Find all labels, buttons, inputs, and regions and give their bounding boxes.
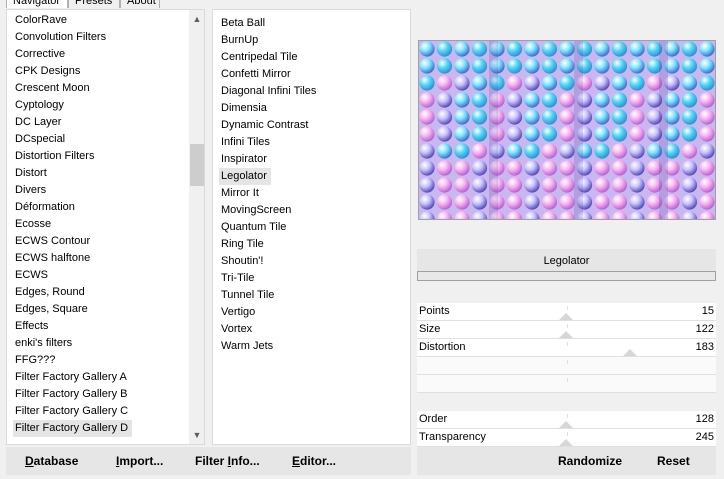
tab-presets[interactable]: Presets bbox=[68, 0, 120, 8]
filter-settings-pane: Legolator Points 15 Size 122 Distortion 183 Or… bbox=[412, 9, 724, 447]
filter-item[interactable]: BurnUp bbox=[221, 32, 258, 49]
reset-button[interactable]: Reset bbox=[657, 447, 690, 475]
category-item[interactable]: Corrective bbox=[15, 46, 65, 63]
category-item[interactable]: Déformation bbox=[15, 199, 75, 216]
category-item[interactable]: Cyptology bbox=[15, 97, 64, 114]
category-item[interactable]: DC Layer bbox=[15, 114, 61, 131]
category-item[interactable]: Filter Factory Gallery A bbox=[15, 369, 127, 386]
category-item[interactable]: Filter Factory Gallery D bbox=[13, 420, 133, 437]
slider-thumb[interactable] bbox=[559, 421, 573, 428]
slider-tick bbox=[567, 414, 568, 418]
right-button-bar: Randomize Reset bbox=[417, 447, 716, 475]
category-item[interactable]: DCspecial bbox=[15, 131, 65, 148]
category-item[interactable]: Crescent Moon bbox=[15, 80, 90, 97]
filter-item[interactable]: Mirror It bbox=[221, 185, 259, 202]
category-list[interactable]: ColorRave Convolution Filters Corrective CP… bbox=[6, 9, 205, 445]
slider-value: 128 bbox=[695, 413, 714, 425]
unused-slider[interactable] bbox=[417, 357, 716, 375]
category-item[interactable]: Filter Factory Gallery B bbox=[15, 386, 127, 403]
filter-title: Legolator bbox=[417, 249, 716, 273]
slider-tick bbox=[567, 306, 568, 310]
category-item[interactable]: ECWS halftone bbox=[15, 250, 90, 267]
slider-value: 122 bbox=[695, 323, 714, 335]
filter-item[interactable]: Vortex bbox=[221, 321, 252, 338]
slider-tick bbox=[567, 432, 568, 436]
filter-item[interactable]: Legolator bbox=[219, 168, 271, 185]
category-item[interactable]: Edges, Round bbox=[15, 284, 85, 301]
slider-tick bbox=[567, 378, 568, 382]
filter-list[interactable]: Beta Ball BurnUp Centripedal Tile Confetti … bbox=[212, 9, 411, 445]
slider-value: 245 bbox=[695, 431, 714, 443]
tab-about[interactable]: About bbox=[120, 0, 160, 8]
slider-distortion[interactable]: Distortion 183 bbox=[417, 339, 716, 357]
unused-slider[interactable] bbox=[417, 375, 716, 393]
slider-track[interactable] bbox=[417, 392, 716, 393]
slider-tick bbox=[567, 324, 568, 328]
tab-navigator[interactable]: Navigator bbox=[6, 0, 68, 8]
filter-item[interactable]: Vertigo bbox=[221, 304, 255, 321]
slider-points[interactable]: Points 15 bbox=[417, 303, 716, 321]
category-item[interactable]: Divers bbox=[15, 182, 46, 199]
category-item[interactable]: Convolution Filters bbox=[15, 29, 106, 46]
category-item[interactable]: Ecosse bbox=[15, 216, 51, 233]
filter-item[interactable]: Confetti Mirror bbox=[221, 66, 291, 83]
filter-item[interactable]: Infini Tiles bbox=[221, 134, 270, 151]
category-item[interactable]: Filter Factory Gallery C bbox=[15, 403, 128, 420]
category-item[interactable]: CPK Designs bbox=[15, 63, 80, 80]
filter-item[interactable]: Dynamic Contrast bbox=[221, 117, 308, 134]
slider-thumb[interactable] bbox=[559, 331, 573, 338]
filter-item[interactable]: Diagonal Infini Tiles bbox=[221, 83, 316, 100]
tab-bar: Navigator Presets About bbox=[0, 0, 724, 9]
randomize-button[interactable]: Randomize bbox=[558, 447, 622, 475]
editor-button[interactable]: Editor... bbox=[292, 447, 336, 475]
slider-value: 15 bbox=[701, 305, 714, 317]
preview-pattern bbox=[419, 41, 715, 219]
slider-thumb[interactable] bbox=[559, 313, 573, 320]
preview-image bbox=[418, 40, 716, 220]
slider-label: Distortion bbox=[419, 341, 466, 353]
filter-item[interactable]: Quantum Tile bbox=[221, 219, 286, 236]
left-button-bar: Database Import... Filter Info... Editor… bbox=[6, 447, 411, 475]
slider-thumb[interactable] bbox=[559, 439, 573, 446]
filter-item[interactable]: Warm Jets bbox=[221, 338, 273, 355]
slider-thumb[interactable] bbox=[623, 349, 637, 356]
scroll-up-icon[interactable]: ▲ bbox=[189, 12, 204, 26]
category-item[interactable]: Distortion Filters bbox=[15, 148, 94, 165]
category-scrollbar[interactable]: ▲ ▼ bbox=[189, 10, 204, 444]
import-button[interactable]: Import... bbox=[116, 447, 163, 475]
slider-label: Transparency bbox=[419, 431, 486, 443]
slider-transparency[interactable]: Transparency 245 bbox=[417, 429, 716, 447]
title-underline-bar bbox=[417, 271, 716, 281]
category-item[interactable]: FFG??? bbox=[15, 352, 55, 369]
slider-value: 183 bbox=[695, 341, 714, 353]
category-item[interactable]: Edges, Square bbox=[15, 301, 88, 318]
category-item[interactable]: Effects bbox=[15, 318, 48, 335]
filter-info-button[interactable]: Filter Info... bbox=[195, 447, 260, 475]
filter-item[interactable]: Centripedal Tile bbox=[221, 49, 297, 66]
filter-item[interactable]: MovingScreen bbox=[221, 202, 291, 219]
filter-item[interactable]: Inspirator bbox=[221, 151, 267, 168]
category-item[interactable]: Distort bbox=[15, 165, 47, 182]
slider-size[interactable]: Size 122 bbox=[417, 321, 716, 339]
slider-label: Order bbox=[419, 413, 448, 425]
slider-order[interactable]: Order 128 bbox=[417, 411, 716, 429]
scroll-thumb[interactable] bbox=[190, 144, 204, 186]
slider-label: Points bbox=[419, 305, 450, 317]
filter-item[interactable]: Beta Ball bbox=[221, 15, 265, 32]
category-item[interactable]: ECWS bbox=[15, 267, 48, 284]
filter-item[interactable]: Tunnel Tile bbox=[221, 287, 274, 304]
slider-label: Size bbox=[419, 323, 441, 335]
database-button[interactable]: Database bbox=[25, 447, 78, 475]
category-item[interactable]: ColorRave bbox=[15, 12, 67, 29]
slider-tick bbox=[567, 360, 568, 364]
filter-item[interactable]: Tri-Tile bbox=[221, 270, 254, 287]
slider-tick bbox=[567, 342, 568, 346]
category-item[interactable]: enki's filters bbox=[15, 335, 72, 352]
filter-item[interactable]: Ring Tile bbox=[221, 236, 264, 253]
filter-item[interactable]: Shoutin'! bbox=[221, 253, 263, 270]
scroll-down-icon[interactable]: ▼ bbox=[189, 428, 204, 442]
category-item[interactable]: ECWS Contour bbox=[15, 233, 90, 250]
filter-item[interactable]: Dimensia bbox=[221, 100, 267, 117]
